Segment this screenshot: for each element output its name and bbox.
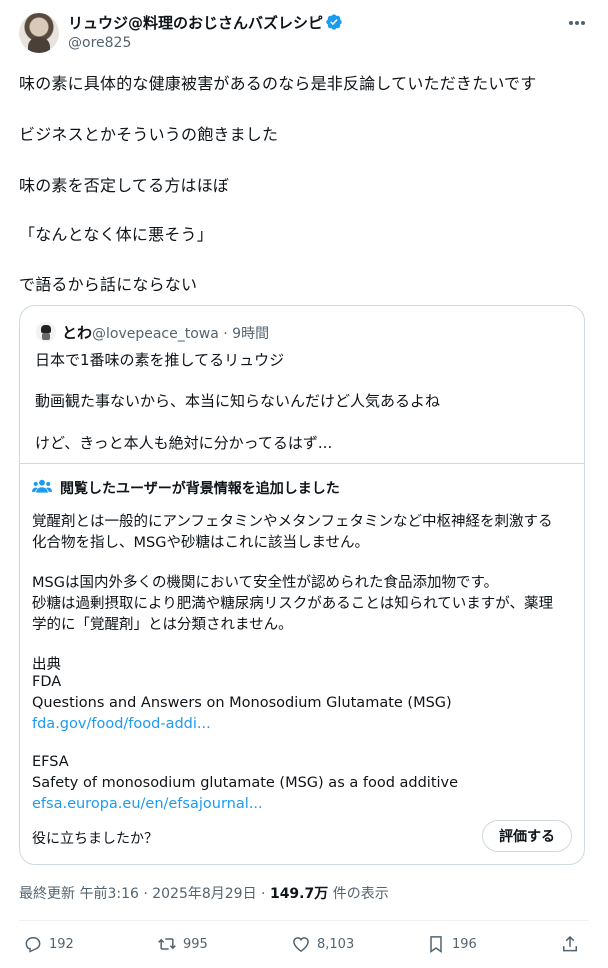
source2-title: Safety of monosodium glutamate (MSG) as … <box>32 775 459 791</box>
tweet-line-5: で語るから話にならない <box>19 275 198 294</box>
actions-divider <box>19 920 589 921</box>
tweet-line-4: 「なんとなく体に悪そう」 <box>19 225 213 244</box>
source2-link[interactable]: efsa.europa.eu/en/efsajournal... <box>32 796 263 812</box>
action-bar: 192 995 8,103 196 <box>0 930 608 958</box>
note-p2-line-1: MSGは国内外多くの機関において安全性が認められた食品添加物です。 <box>32 575 499 591</box>
more-options-icon[interactable] <box>566 12 588 34</box>
source1-title: Questions and Answers on Monosodium Glut… <box>32 695 452 711</box>
note-divider <box>20 463 584 464</box>
author-handle[interactable]: @ore825 <box>68 35 131 51</box>
repost-count: 995 <box>183 936 208 952</box>
helpful-question: 役に立ちましたか？ <box>32 831 158 847</box>
view-count: 149.7万 <box>269 886 329 902</box>
reply-icon <box>25 937 41 953</box>
source1-link[interactable]: fda.gov/food/food-addi... <box>32 716 211 732</box>
quote-avatar <box>36 322 56 342</box>
bookmark-count: 196 <box>452 936 477 952</box>
tweet-line-1: 味の素に具体的な健康被害があるのなら是非反論していただきたいです <box>19 74 537 93</box>
quote-line-3: けど、きっと本人も絶対に分かってるはず... <box>35 434 333 452</box>
community-note-title: 閲覧したユーザーが背景情報を追加しました <box>60 481 340 497</box>
tweet-header: リュウジ@料理のおじさんバズレシピ @ore825 <box>0 0 608 60</box>
quote-line-1: 日本で1番味の素を推してるリュウジ <box>35 351 285 369</box>
quote-line-2: 動画観た事ないから、本当に知らないんだけど人気あるよね <box>35 392 441 410</box>
share-icon <box>563 935 577 952</box>
source1-org: FDA <box>32 674 62 690</box>
rate-note-button[interactable]: 評価する <box>482 820 572 852</box>
view-count-suffix: 件の表示 <box>328 886 389 902</box>
note-p2-line-3: 学的に「覚醒剤」とは分類されません。 <box>32 617 293 633</box>
repost-icon <box>158 938 176 950</box>
like-button[interactable]: 8,103 <box>291 930 354 958</box>
source2-org: EFSA <box>32 754 69 770</box>
quote-handle-time: @lovepeace_towa · 9時間 <box>92 326 270 342</box>
like-count: 8,103 <box>317 936 355 952</box>
community-notes-users-icon <box>32 479 52 493</box>
heart-icon <box>293 937 309 952</box>
tweet-meta: 最終更新 午前3:16 · 2025年8月29日 · 149.7万 件の表示 <box>19 883 389 903</box>
updated-timestamp[interactable]: 最終更新 午前3:16 · 2025年8月29日 · <box>19 886 270 902</box>
repost-button[interactable]: 995 <box>157 930 208 958</box>
bookmark-icon <box>430 936 442 953</box>
bookmark-button[interactable]: 196 <box>426 930 477 958</box>
note-p2-line-2: 砂糖は過剰摂取により肥満や糖尿病リスクがあることは知られていますが、薬理 <box>32 596 553 612</box>
sources-label: 出典 <box>32 657 61 673</box>
note-p1-line-1: 覚醒剤とは一般的にアンフェタミンやメタンフェタミンなど中枢神経を刺激する <box>32 514 553 530</box>
share-button[interactable] <box>560 930 580 958</box>
tweet-line-3: 味の素を否定してる方はほぼ <box>19 176 230 195</box>
verified-badge-icon <box>326 14 342 30</box>
author-display-name[interactable]: リュウジ@料理のおじさんバズレシピ <box>68 12 323 33</box>
tweet-line-2: ビジネスとかそういうの飽きました <box>19 125 279 144</box>
quoted-tweet-card[interactable]: とわ @lovepeace_towa · 9時間 日本で1番味の素を推してるリュ… <box>19 305 585 865</box>
reply-count: 192 <box>49 936 74 952</box>
quote-author-name: とわ <box>62 324 93 342</box>
reply-button[interactable]: 192 <box>23 930 74 958</box>
avatar[interactable] <box>19 13 59 53</box>
note-p1-line-2: 化合物を指し、MSGや砂糖はこれに該当しません。 <box>32 535 370 551</box>
